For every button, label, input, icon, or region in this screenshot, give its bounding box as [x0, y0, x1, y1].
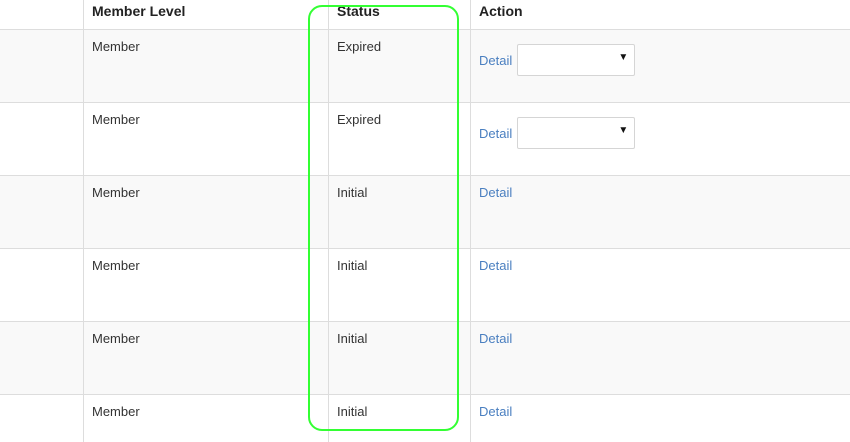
status-cell: Expired [337, 112, 382, 127]
column-header-member-level: Member Level [92, 3, 186, 19]
table-row: Member Initial Detail [0, 176, 850, 249]
detail-link[interactable]: Detail [479, 404, 512, 419]
detail-link[interactable]: Detail [479, 53, 512, 68]
member-level-cell: Member [92, 404, 140, 419]
table-header: Member Level Status Action [0, 0, 850, 30]
detail-link[interactable]: Detail [479, 185, 512, 200]
member-level-cell: Member [92, 39, 140, 54]
status-cell: Initial [337, 258, 368, 273]
column-divider [470, 0, 471, 442]
action-cell: Detail [479, 331, 512, 346]
column-header-status: Status [337, 3, 380, 19]
detail-link[interactable]: Detail [479, 331, 512, 346]
column-header-action: Action [479, 3, 523, 19]
action-cell: Detail ▼ [479, 44, 636, 76]
detail-link[interactable]: Detail [479, 258, 512, 273]
detail-link[interactable]: Detail [479, 126, 512, 141]
action-cell: Detail ▼ [479, 117, 636, 149]
action-cell: Detail [479, 404, 512, 419]
table-row: Member Expired Detail ▼ [0, 30, 850, 103]
column-divider [328, 0, 329, 442]
status-cell: Initial [337, 331, 368, 346]
caret-down-icon: ▼ [618, 52, 629, 63]
column-divider [83, 0, 84, 442]
action-cell: Detail [479, 185, 512, 200]
member-level-cell: Member [92, 258, 140, 273]
status-cell: Initial [337, 404, 368, 419]
table-row: Member Initial Detail [0, 249, 850, 322]
status-cell: Expired [337, 39, 382, 54]
caret-down-icon: ▼ [618, 125, 629, 136]
status-cell: Initial [337, 185, 368, 200]
member-level-cell: Member [92, 112, 140, 127]
member-level-cell: Member [92, 331, 140, 346]
table-row: Member Initial Detail [0, 395, 850, 442]
table-row: Member Initial Detail [0, 322, 850, 395]
action-cell: Detail [479, 258, 512, 273]
members-table: Member Level Status Action Member Expire… [0, 0, 850, 442]
action-select[interactable]: ▼ [517, 44, 636, 76]
table-row: Member Expired Detail ▼ [0, 103, 850, 176]
action-select[interactable]: ▼ [517, 117, 636, 149]
member-level-cell: Member [92, 185, 140, 200]
